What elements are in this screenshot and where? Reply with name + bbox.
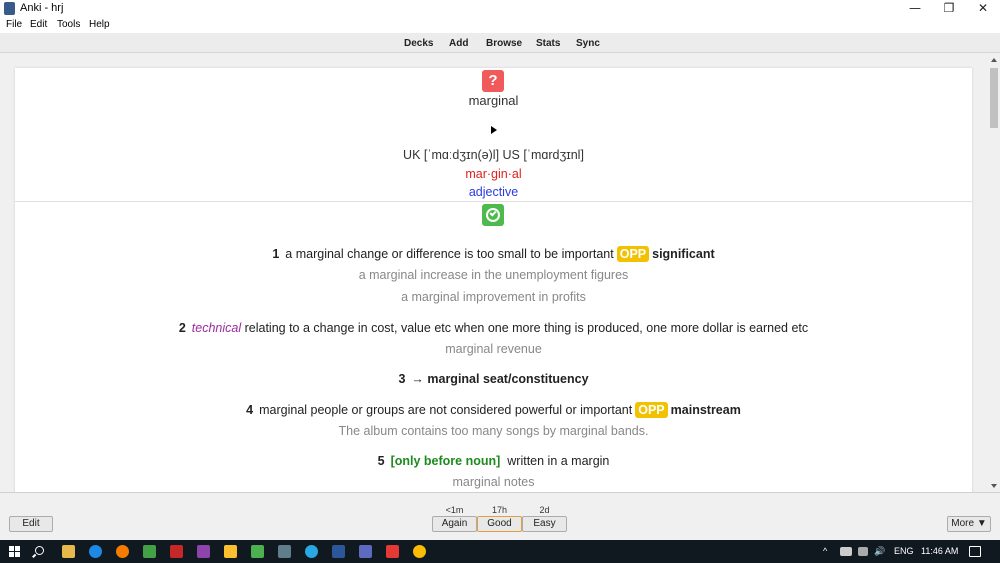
- sense-definition: written in a margin: [507, 454, 610, 468]
- good-button[interactable]: Good: [477, 516, 522, 532]
- opposite-word: significant: [652, 247, 715, 261]
- card-viewport: ? marginal UK [ˈmɑːdʒɪn(ə)l] US [ˈmɑrdʒɪ…: [0, 54, 988, 492]
- anki-app-icon: [4, 2, 15, 15]
- scroll-down-arrow-icon[interactable]: [991, 484, 997, 488]
- opposite-word: mainstream: [670, 403, 741, 417]
- toolbar-decks[interactable]: Decks: [404, 38, 433, 49]
- speaker-icon[interactable]: 🔊: [874, 546, 885, 557]
- again-button[interactable]: Again: [432, 516, 477, 532]
- restore-button[interactable]: ❐: [932, 0, 966, 17]
- sense-2: 2 technical relating to a change in cost,…: [15, 321, 972, 335]
- part-of-speech: adjective: [468, 185, 519, 199]
- sense-number: 4: [246, 403, 254, 417]
- telegram-icon[interactable]: [305, 545, 318, 558]
- example: The album contains too many songs by mar…: [338, 424, 649, 438]
- sense-number: 1: [272, 247, 280, 261]
- clock[interactable]: 11:46 AM: [921, 546, 958, 556]
- pronunciation: UK [ˈmɑːdʒɪn(ə)l] US [ˈmɑrdʒɪnl]: [403, 148, 584, 162]
- menu-tools[interactable]: Tools: [57, 19, 80, 30]
- example: marginal revenue: [445, 342, 542, 356]
- crossref-link[interactable]: marginal seat/constituency: [427, 372, 588, 386]
- menu-help[interactable]: Help: [89, 19, 110, 30]
- example: a marginal increase in the unemployment …: [358, 268, 629, 282]
- easy-button[interactable]: Easy: [522, 516, 567, 532]
- audio-play-icon[interactable]: [491, 126, 497, 134]
- card: ? marginal UK [ˈmɑːdʒɪn(ə)l] US [ˈmɑrdʒɪ…: [15, 68, 972, 492]
- menu-bar: File Edit Tools Help: [0, 17, 1000, 33]
- sense-number: 5: [377, 454, 385, 468]
- app-icon[interactable]: [224, 545, 237, 558]
- sense-1: 1 a marginal change or difference is too …: [15, 246, 972, 262]
- edit-button[interactable]: Edit: [9, 516, 53, 532]
- windows-start-icon[interactable]: [9, 546, 21, 558]
- good-interval: 17h: [491, 505, 508, 515]
- app-icon[interactable]: [197, 545, 210, 558]
- app-icon[interactable]: [386, 545, 399, 558]
- sense-number: 2: [178, 321, 186, 335]
- app-icon[interactable]: [143, 545, 156, 558]
- menu-file[interactable]: File: [6, 19, 22, 30]
- card-word: marginal: [468, 93, 519, 108]
- sense-definition: relating to a change in cost, value etc …: [244, 321, 809, 335]
- syllables: mar·gin·al: [465, 167, 522, 181]
- pdf-icon[interactable]: [170, 545, 183, 558]
- grammar-close: ]: [496, 454, 501, 468]
- window-titlebar: Anki - hrj — ❐ ✕: [0, 0, 1000, 17]
- sense-definition: marginal people or groups are not consid…: [259, 403, 633, 417]
- crossref-arrow: →: [411, 372, 424, 386]
- word-icon[interactable]: [332, 545, 345, 558]
- file-explorer-icon[interactable]: [62, 545, 75, 558]
- easy-interval: 2d: [539, 505, 550, 515]
- card-divider: [15, 201, 972, 202]
- sense-5: 5 [only before noun] written in a margin: [15, 454, 972, 468]
- main-toolbar: Decks Add Browse Stats Sync: [0, 33, 1000, 53]
- sense-4: 4 marginal people or groups are not consi…: [15, 402, 972, 418]
- scroll-up-arrow-icon[interactable]: [991, 58, 997, 62]
- battery-icon[interactable]: [840, 547, 852, 556]
- question-icon: ?: [482, 70, 504, 92]
- example: marginal notes: [452, 475, 535, 489]
- scroll-thumb[interactable]: [990, 68, 998, 128]
- network-icon[interactable]: [858, 547, 868, 556]
- again-interval: <1m: [445, 505, 464, 515]
- notification-icon[interactable]: [969, 546, 981, 557]
- window-title: Anki - hrj: [20, 2, 64, 14]
- sense-3: 3 → marginal seat/constituency: [15, 372, 972, 386]
- opp-badge: OPP: [635, 402, 668, 418]
- more-button[interactable]: More ▼: [947, 516, 991, 532]
- grammar-note: only before noun: [394, 454, 497, 468]
- sense-number: 3: [398, 372, 406, 386]
- app-icon[interactable]: [251, 545, 264, 558]
- tray-overflow-icon[interactable]: ^: [823, 546, 827, 556]
- vertical-scrollbar[interactable]: [988, 54, 1000, 492]
- example: a marginal improvement in profits: [401, 290, 586, 304]
- search-icon[interactable]: [35, 546, 44, 555]
- minimize-button[interactable]: —: [898, 0, 932, 17]
- opp-badge: OPP: [616, 246, 650, 262]
- toolbar-browse[interactable]: Browse: [486, 38, 522, 49]
- sense-definition: a marginal change or difference is too s…: [285, 247, 614, 261]
- review-bottom-bar: Edit <1m Again 17h Good 2d Easy More ▼: [0, 492, 1000, 540]
- app-icon[interactable]: [359, 545, 372, 558]
- toolbar-add[interactable]: Add: [449, 38, 468, 49]
- menu-edit[interactable]: Edit: [30, 19, 47, 30]
- windows-taskbar: ^ 🔊 ENG 11:46 AM: [0, 540, 1000, 563]
- firefox-icon[interactable]: [116, 545, 129, 558]
- edge-icon[interactable]: [89, 545, 102, 558]
- close-button[interactable]: ✕: [966, 0, 1000, 17]
- toolbar-stats[interactable]: Stats: [536, 38, 560, 49]
- toolbar-sync[interactable]: Sync: [576, 38, 600, 49]
- language-indicator[interactable]: ENG: [894, 546, 914, 556]
- card-front: ? marginal UK [ˈmɑːdʒɪn(ə)l] US [ˈmɑrdʒɪ…: [15, 68, 972, 201]
- answer-check-icon: [482, 204, 504, 226]
- register-label: technical: [191, 321, 242, 335]
- chrome-icon[interactable]: [413, 545, 426, 558]
- anki-taskbar-icon[interactable]: [278, 545, 291, 558]
